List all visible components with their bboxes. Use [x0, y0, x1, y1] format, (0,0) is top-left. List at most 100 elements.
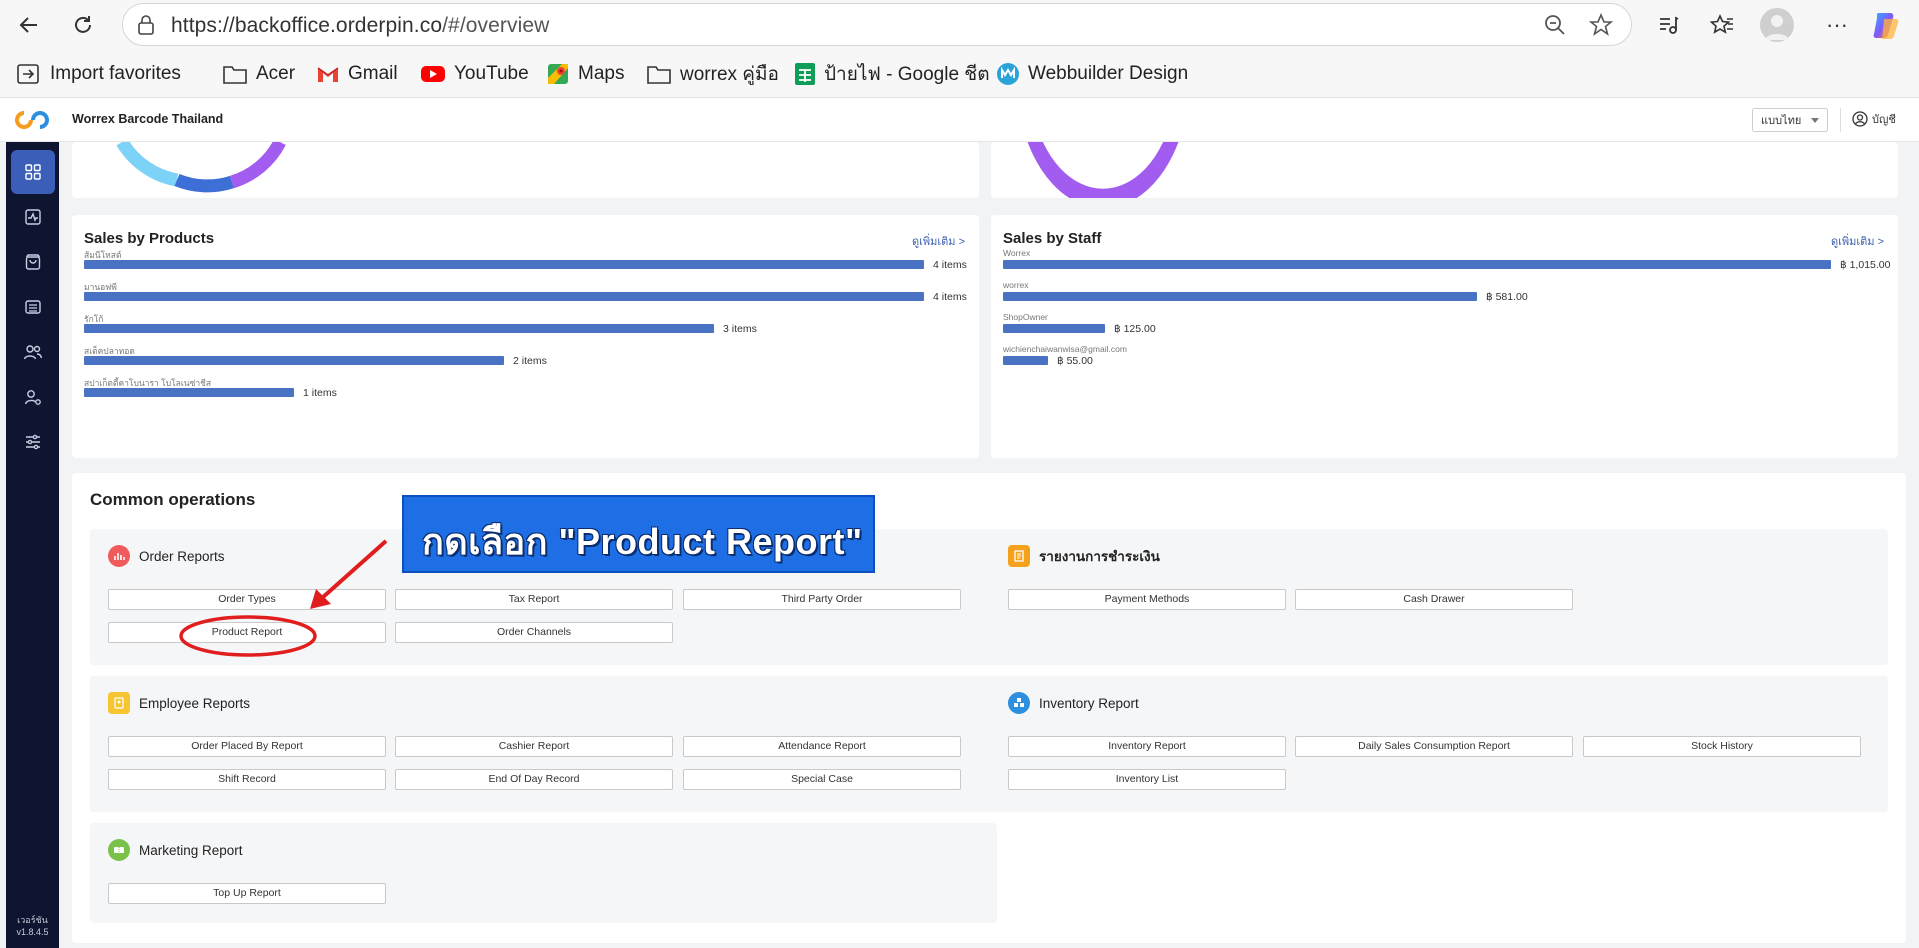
users-icon: [23, 345, 43, 360]
folder-icon: [647, 66, 671, 84]
group-title: Order Reports: [139, 548, 225, 564]
sidebar-item-customers[interactable]: [11, 330, 55, 374]
cash-drawer-button[interactable]: Cash Drawer: [1295, 589, 1573, 610]
bar: [84, 260, 924, 269]
copilot-icon[interactable]: [1870, 9, 1902, 41]
sliders-icon: [26, 434, 40, 450]
group-header: รายงานการชำระเงิน: [1008, 545, 1160, 567]
sidebar-item-dashboard[interactable]: [11, 150, 55, 194]
third-party-order-button[interactable]: Third Party Order: [683, 589, 961, 610]
bookmark-label: Gmail: [348, 63, 398, 84]
import-icon: [17, 64, 39, 84]
inventory-report-group: Inventory Report Inventory Report Daily …: [990, 676, 1888, 812]
bookmark-webbuilder[interactable]: Webbuilder Design: [996, 61, 1188, 87]
inventory-report-button[interactable]: Inventory Report: [1008, 736, 1286, 757]
shift-record-button[interactable]: Shift Record: [108, 769, 386, 790]
language-select[interactable]: แบบไทย: [1752, 108, 1828, 132]
inventory-list-button[interactable]: Inventory List: [1008, 769, 1286, 790]
bookmark-label: Acer: [256, 63, 296, 84]
sidebar-item-orders[interactable]: [11, 240, 55, 284]
employee-reports-group: Employee Reports Order Placed By Report …: [90, 676, 997, 812]
bag-icon: [25, 254, 41, 270]
orderpin-logo: [15, 111, 49, 129]
sales-by-products-card: Sales by Products ดูเพิ่มเติม > ส้มนีโหส…: [72, 215, 979, 458]
tax-report-button[interactable]: Tax Report: [395, 589, 673, 610]
header-divider: [1840, 108, 1841, 132]
product-report-button[interactable]: Product Report: [108, 622, 386, 643]
order-channels-button[interactable]: Order Channels: [395, 622, 673, 643]
payment-methods-button[interactable]: Payment Methods: [1008, 589, 1286, 610]
profile-avatar[interactable]: [1760, 8, 1794, 42]
youtube-icon: [421, 66, 445, 82]
attendance-report-button[interactable]: Attendance Report: [683, 736, 961, 757]
zoom-out-icon[interactable]: [1543, 13, 1567, 37]
order-placed-by-report-button[interactable]: Order Placed By Report: [108, 736, 386, 757]
favorite-star-icon[interactable]: [1589, 13, 1613, 37]
address-bar[interactable]: https://backoffice.orderpin.co/#/overvie…: [122, 3, 1632, 46]
group-header: Employee Reports: [108, 692, 250, 714]
special-case-button[interactable]: Special Case: [683, 769, 961, 790]
refresh-button[interactable]: [66, 8, 100, 42]
bookmark-label: Webbuilder Design: [1028, 63, 1189, 84]
bookmark-maps[interactable]: Maps: [546, 61, 624, 87]
group-header: Order Reports: [108, 545, 225, 567]
bar: [84, 356, 504, 365]
group-title: Marketing Report: [139, 842, 243, 858]
account-button[interactable]: บัญชี: [1852, 110, 1896, 128]
daily-sales-consumption-report-button[interactable]: Daily Sales Consumption Report: [1295, 736, 1573, 757]
bookmark-youtube[interactable]: YouTube: [420, 61, 529, 87]
bookmark-gmail[interactable]: Gmail: [316, 61, 398, 87]
sidebar-item-staff[interactable]: [11, 375, 55, 419]
stock-history-button[interactable]: Stock History: [1583, 736, 1861, 757]
version-label: เวอร์ชัน: [17, 915, 48, 925]
end-of-day-record-button[interactable]: End Of Day Record: [395, 769, 673, 790]
cashier-report-button[interactable]: Cashier Report: [395, 736, 673, 757]
bookmark-google-sheets[interactable]: ป้ายไฟ - Google ชีต: [794, 61, 990, 87]
bookmark-worrex-manual[interactable]: worrex คู่มือ: [646, 61, 779, 87]
top-up-report-button[interactable]: Top Up Report: [108, 883, 386, 904]
app-viewport: Worrex Barcode Thailand แบบไทย บัญชี เวอ…: [0, 98, 1919, 948]
bar-value: ฿ 1,015.00: [1840, 259, 1891, 271]
sidebar-item-settings[interactable]: [11, 420, 55, 464]
favorites-icon[interactable]: [1710, 13, 1734, 37]
see-more-link[interactable]: ดูเพิ่มเติม >: [1831, 232, 1884, 250]
group-header: Marketing Report: [108, 839, 243, 861]
more-menu-button[interactable]: ···: [1820, 8, 1854, 42]
app-header: Worrex Barcode Thailand แบบไทย บัญชี: [0, 98, 1919, 142]
bar: [1003, 356, 1048, 365]
donut-chart-partial: [1027, 142, 1179, 198]
payment-donut-card: [72, 142, 979, 198]
chevron-down-icon: [1811, 118, 1819, 123]
bookmark-import-favorites[interactable]: Import favorites: [16, 61, 181, 87]
back-button[interactable]: [12, 8, 46, 42]
version-info: เวอร์ชัน v1.8.4.5: [6, 914, 59, 938]
sidebar-item-menu[interactable]: [11, 285, 55, 329]
ticket-icon: [108, 839, 130, 861]
bar: [1003, 260, 1831, 269]
order-type-donut-card: [991, 142, 1898, 198]
see-more-link[interactable]: ดูเพิ่มเติม >: [912, 232, 965, 250]
group-header: Inventory Report: [1008, 692, 1139, 714]
user-settings-icon: [24, 390, 41, 405]
donut-chart-partial: [116, 142, 286, 193]
bar: [84, 324, 714, 333]
card-title: Sales by Products: [84, 230, 215, 247]
shop-name: Worrex Barcode Thailand: [72, 112, 224, 126]
sheets-icon: [795, 63, 815, 85]
version-number: v1.8.4.5: [16, 927, 49, 937]
bar-value: 2 items: [513, 355, 547, 367]
card-title: Sales by Staff: [1003, 230, 1102, 247]
bookmark-acer[interactable]: Acer: [222, 61, 295, 87]
bar-label: wichienchaiwanwisa@gmail.com: [1003, 344, 1127, 354]
media-icon[interactable]: [1656, 13, 1680, 37]
refresh-icon: [75, 16, 91, 33]
receipt-icon: [1008, 545, 1030, 567]
bar-value: 3 items: [723, 323, 757, 335]
maps-icon: [548, 64, 568, 84]
bar-value: ฿ 125.00: [1114, 323, 1156, 335]
order-types-button[interactable]: Order Types: [108, 589, 386, 610]
bar-value: ฿ 55.00: [1057, 355, 1093, 367]
bar: [84, 292, 924, 301]
activity-icon: [25, 209, 41, 225]
sidebar-item-activity[interactable]: [11, 195, 55, 239]
